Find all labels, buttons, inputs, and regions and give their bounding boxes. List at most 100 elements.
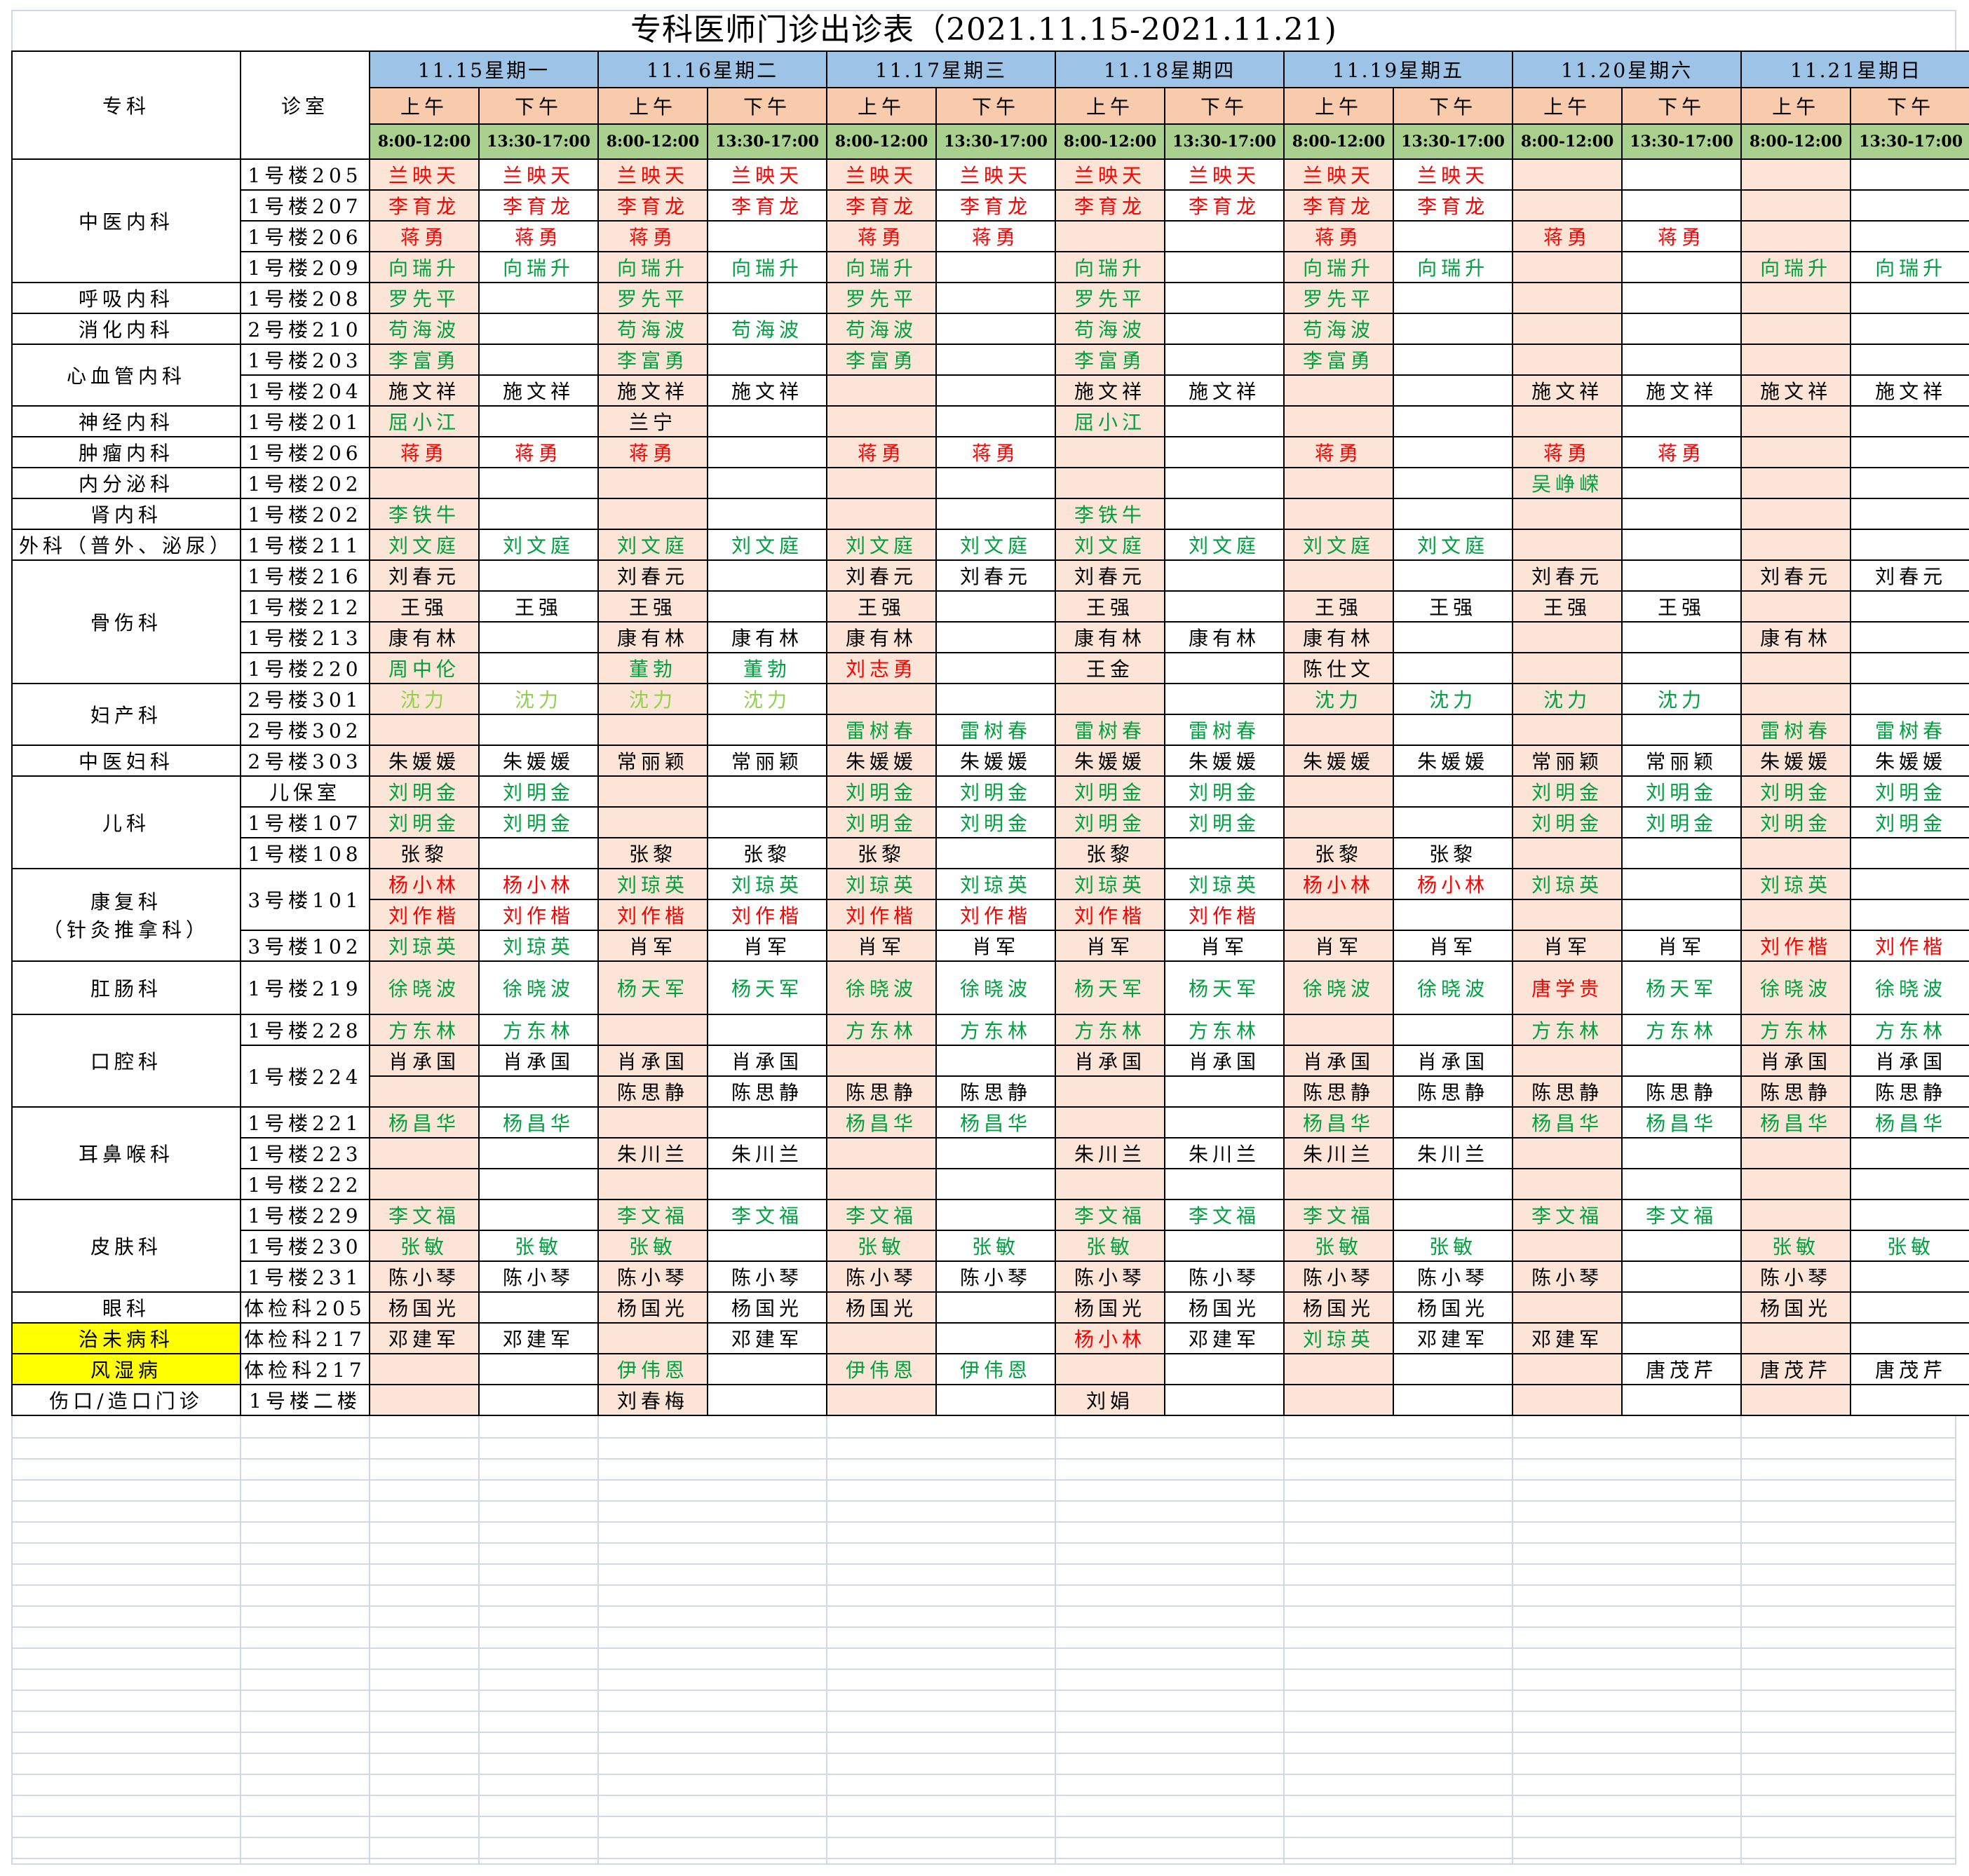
schedule-cell: 陈小琴 — [826, 1260, 938, 1293]
schedule-cell: 杨小林 — [1055, 1322, 1166, 1354]
schedule-cell — [1393, 405, 1514, 437]
schedule-cell: 李文福 — [1621, 1199, 1743, 1231]
schedule-cell — [1512, 1137, 1623, 1169]
schedule-cell — [1164, 313, 1285, 345]
schedule-cell — [1740, 405, 1852, 437]
table-row: 1号楼231 陈小琴 陈小琴 陈小琴 陈小琴 陈小琴 陈小琴 陈小琴 陈小琴 陈小琴 陈小琴 陈小琴 陈… — [12, 1260, 1969, 1293]
schedule-cell — [707, 1384, 828, 1416]
schedule-cell — [707, 714, 828, 746]
schedule-cell — [597, 1106, 709, 1138]
table-row: 呼吸内科 1号楼208 罗先平 罗先平 罗先平 罗先平 罗先平 — [11, 282, 1969, 314]
schedule-cell: 朱媛媛 — [1283, 745, 1395, 777]
schedule-cell — [935, 621, 1057, 653]
doctor-name: 蒋勇 — [972, 226, 1020, 249]
dept-cell: 儿科 — [11, 775, 241, 869]
schedule-cell — [1512, 405, 1623, 437]
doctor-name: 朱媛媛 — [1189, 750, 1261, 773]
schedule-cell — [1621, 282, 1743, 314]
schedule-cell — [1621, 405, 1743, 437]
schedule-cell: 刘琼英 — [369, 930, 480, 962]
schedule-cell: 施文祥 — [1621, 374, 1743, 407]
schedule-cell: 刘明金 — [826, 775, 938, 808]
schedule-cell: 刘琼英 — [1512, 868, 1623, 900]
schedule-cell: 兰映天 — [1283, 158, 1395, 191]
doctor-name: 施文祥 — [1875, 380, 1947, 403]
schedule-cell — [1512, 1230, 1623, 1262]
grid-line — [11, 1837, 1956, 1838]
grid-line — [1283, 1416, 1285, 1865]
doctor-name: 陈小琴 — [846, 1266, 918, 1289]
schedule-cell: 徐晓波 — [478, 960, 600, 1015]
schedule-cell: 张黎 — [369, 837, 480, 869]
schedule-cell: 伊伟恩 — [935, 1353, 1057, 1385]
schedule-cell: 雷树春 — [1850, 714, 1969, 746]
doctor-name: 杨昌华 — [1646, 1112, 1718, 1135]
schedule-cell — [1393, 559, 1514, 592]
schedule-cell: 刘春元 — [1740, 559, 1852, 592]
schedule-cell — [1850, 436, 1969, 468]
schedule-cell: 陈思静 — [1740, 1075, 1852, 1108]
room-cell: 1号楼213 — [240, 621, 370, 653]
doctor-name: 王强 — [858, 596, 906, 619]
room-cell: 1号楼224 — [240, 1045, 370, 1108]
doctor-name: 张敏 — [1086, 1235, 1135, 1258]
schedule-cell: 蒋勇 — [1512, 220, 1623, 252]
table-row: 骨伤科 1号楼216 刘春元 刘春元 刘春元 刘春元 刘春元 刘春元 刘春元 刘春元 — [11, 559, 1969, 684]
schedule-cell: 常丽颖 — [597, 745, 709, 777]
doctor-name: 刘春元 — [388, 565, 460, 588]
schedule-cell: 陈思静 — [1393, 1075, 1514, 1108]
schedule-cell — [478, 652, 600, 684]
doctor-name: 陈思静 — [960, 1081, 1032, 1104]
doctor-name: 张敏 — [515, 1235, 563, 1258]
doctor-name: 徐晓波 — [1303, 977, 1375, 1000]
schedule-cell: 杨昌华 — [1283, 1106, 1395, 1138]
schedule-cell — [1393, 1168, 1514, 1200]
doctor-name: 徐晓波 — [1760, 977, 1832, 1000]
schedule-cell: 伊伟恩 — [597, 1353, 709, 1385]
header-pm: 下午 — [1850, 87, 1969, 125]
doctor-name: 李育龙 — [503, 195, 575, 218]
doctor-name: 陈小琴 — [1189, 1266, 1261, 1289]
dept-name: 呼吸内科 — [78, 287, 174, 311]
schedule-cell — [707, 1106, 828, 1138]
schedule-cell — [1512, 158, 1623, 191]
schedule-cell: 肖承国 — [369, 1045, 480, 1077]
doctor-name: 杨小林 — [1074, 1328, 1146, 1351]
schedule-cell — [1740, 529, 1852, 561]
schedule-cell: 刘文庭 — [597, 529, 709, 561]
doctor-name: 李铁牛 — [388, 503, 460, 526]
doctor-name: 肖承国 — [1875, 1050, 1947, 1073]
doctor-name: 兰映天 — [388, 164, 460, 187]
room-cell: 2号楼302 — [240, 714, 370, 746]
schedule-cell — [1740, 837, 1852, 869]
dept-cell: 肛肠科 — [11, 960, 241, 1015]
schedule-cell: 罗先平 — [1283, 282, 1395, 314]
schedule-cell: 李富勇 — [1283, 344, 1395, 376]
schedule-cell: 刘明金 — [1621, 775, 1743, 808]
schedule-cell: 雷树春 — [1740, 714, 1852, 746]
doctor-name: 苟海波 — [846, 318, 918, 341]
schedule-cell — [1055, 1106, 1166, 1138]
schedule-cell: 肖军 — [935, 930, 1057, 962]
room-cell: 1号楼108 — [240, 837, 370, 869]
schedule-cell: 刘春元 — [935, 559, 1057, 592]
schedule-cell — [478, 313, 600, 345]
room-cell: 1号楼228 — [240, 1014, 370, 1046]
dept-name: 中医妇科 — [78, 750, 174, 773]
doctor-name: 李育龙 — [960, 195, 1032, 218]
doctor-name: 刘明金 — [1646, 781, 1718, 804]
schedule-cell: 张敏 — [1850, 1230, 1969, 1262]
schedule-cell: 向瑞升 — [707, 251, 828, 283]
schedule-cell — [1055, 1075, 1166, 1108]
schedule-cell: 刘琼英 — [826, 868, 938, 900]
doctor-name: 刘文庭 — [846, 534, 918, 557]
schedule-cell — [369, 1137, 480, 1169]
schedule-cell: 刘文庭 — [478, 529, 600, 561]
doctor-name: 施文祥 — [1074, 380, 1146, 403]
schedule-cell: 董勃 — [707, 652, 828, 684]
doctor-name: 肖军 — [1200, 935, 1249, 958]
doctor-name: 刘琼英 — [1760, 874, 1832, 897]
schedule-cell: 蒋勇 — [1283, 436, 1395, 468]
doctor-name: 杨国光 — [1760, 1297, 1832, 1320]
doctor-name: 刘文庭 — [731, 534, 804, 557]
